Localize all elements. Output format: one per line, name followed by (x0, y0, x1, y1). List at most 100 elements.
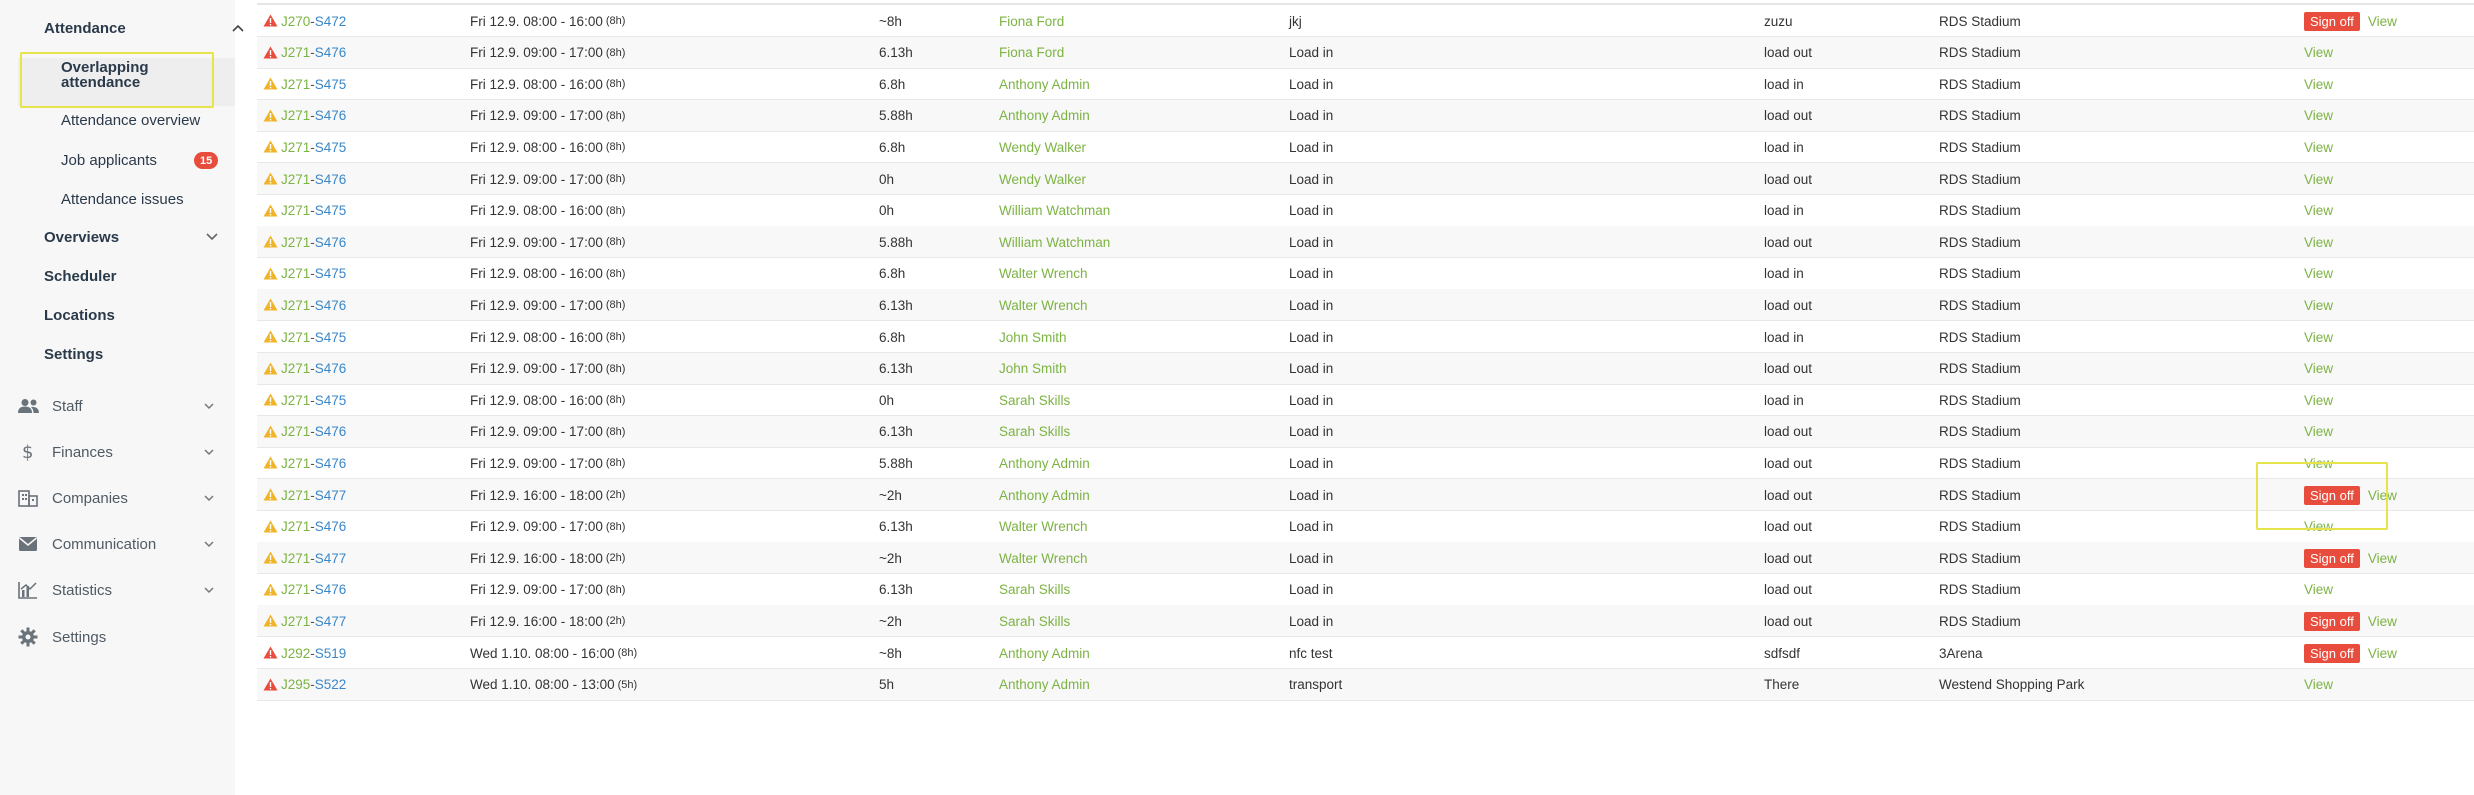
view-link[interactable]: View (2304, 393, 2333, 408)
shift-link[interactable]: S472 (315, 14, 347, 29)
sidebar-group-staff[interactable]: Staff (18, 395, 218, 417)
shift-link[interactable]: S476 (315, 361, 347, 376)
shift-link[interactable]: S519 (315, 646, 347, 661)
staff-name-link[interactable]: Sarah Skills (999, 605, 1070, 637)
view-link[interactable]: View (2304, 235, 2333, 250)
shift-link[interactable]: S476 (315, 172, 347, 187)
view-link[interactable]: View (2368, 646, 2397, 661)
job-link[interactable]: J270 (281, 14, 310, 29)
view-link[interactable]: View (2368, 614, 2397, 629)
staff-name-link[interactable]: William Watchman (999, 195, 1110, 227)
sidebar-section-scheduler[interactable]: Scheduler (44, 266, 117, 286)
shift-link[interactable]: S475 (315, 77, 347, 92)
job-link[interactable]: J271 (281, 393, 310, 408)
sidebar-group-companies[interactable]: Companies (18, 487, 218, 509)
shift-link[interactable]: S475 (315, 393, 347, 408)
sign-off-button[interactable]: Sign off (2304, 548, 2360, 568)
view-link[interactable]: View (2304, 361, 2333, 376)
shift-link[interactable]: S476 (315, 235, 347, 250)
sidebar-group-communication[interactable]: Communication (18, 533, 218, 555)
shift-link[interactable]: S476 (315, 298, 347, 313)
sign-off-button[interactable]: Sign off (2304, 611, 2360, 631)
staff-name-link[interactable]: Walter Wrench (999, 289, 1088, 321)
sidebar-section-attendance[interactable]: Attendance (44, 18, 244, 38)
view-link[interactable]: View (2304, 266, 2333, 281)
sidebar-group-statistics[interactable]: Statistics (18, 579, 218, 601)
view-link[interactable]: View (2368, 14, 2397, 29)
view-link[interactable]: View (2304, 203, 2333, 218)
shift-link[interactable]: S522 (315, 677, 347, 692)
staff-name-link[interactable]: Wendy Walker (999, 131, 1086, 163)
shift-link[interactable]: S476 (315, 582, 347, 597)
job-link[interactable]: J271 (281, 551, 310, 566)
job-link[interactable]: J271 (281, 456, 310, 471)
sidebar-item-attendance-issues[interactable]: Attendance issues (61, 189, 184, 209)
sidebar-section-overviews[interactable]: Overviews (44, 227, 218, 247)
job-link[interactable]: J271 (281, 488, 310, 503)
job-link[interactable]: J271 (281, 172, 310, 187)
sidebar-group-finances[interactable]: $ Finances (18, 441, 218, 463)
shift-link[interactable]: S475 (315, 203, 347, 218)
view-link[interactable]: View (2304, 77, 2333, 92)
job-link[interactable]: J271 (281, 361, 310, 376)
shift-link[interactable]: S477 (315, 488, 347, 503)
staff-name-link[interactable]: Anthony Admin (999, 100, 1090, 132)
shift-link[interactable]: S475 (315, 140, 347, 155)
staff-name-link[interactable]: Sarah Skills (999, 384, 1070, 416)
staff-name-link[interactable]: Walter Wrench (999, 542, 1088, 574)
job-link[interactable]: J271 (281, 235, 310, 250)
shift-link[interactable]: S475 (315, 330, 347, 345)
staff-name-link[interactable]: Fiona Ford (999, 5, 1064, 37)
view-link[interactable]: View (2304, 140, 2333, 155)
staff-name-link[interactable]: Sarah Skills (999, 416, 1070, 448)
shift-link[interactable]: S476 (315, 456, 347, 471)
staff-name-link[interactable]: John Smith (999, 353, 1067, 385)
job-link[interactable]: J271 (281, 45, 310, 60)
staff-name-link[interactable]: John Smith (999, 321, 1067, 353)
staff-name-link[interactable]: William Watchman (999, 226, 1110, 258)
shift-link[interactable]: S475 (315, 266, 347, 281)
view-link[interactable]: View (2304, 330, 2333, 345)
sidebar-section-settings[interactable]: Settings (44, 344, 103, 364)
staff-name-link[interactable]: Sarah Skills (999, 574, 1070, 606)
staff-name-link[interactable]: Anthony Admin (999, 637, 1090, 669)
job-link[interactable]: J271 (281, 298, 310, 313)
shift-link[interactable]: S476 (315, 108, 347, 123)
job-link[interactable]: J271 (281, 203, 310, 218)
view-link[interactable]: View (2304, 424, 2333, 439)
view-link[interactable]: View (2304, 298, 2333, 313)
job-link[interactable]: J271 (281, 424, 310, 439)
view-link[interactable]: View (2304, 108, 2333, 123)
staff-name-link[interactable]: Walter Wrench (999, 258, 1088, 290)
job-link[interactable]: J295 (281, 677, 310, 692)
job-link[interactable]: J271 (281, 266, 310, 281)
staff-name-link[interactable]: Anthony Admin (999, 68, 1090, 100)
staff-name-link[interactable]: Anthony Admin (999, 669, 1090, 701)
job-link[interactable]: J271 (281, 519, 310, 534)
shift-link[interactable]: S476 (315, 424, 347, 439)
job-link[interactable]: J271 (281, 77, 310, 92)
view-link[interactable]: View (2368, 551, 2397, 566)
view-link[interactable]: View (2304, 677, 2333, 692)
job-link[interactable]: J271 (281, 108, 310, 123)
staff-name-link[interactable]: Wendy Walker (999, 163, 1086, 195)
sign-off-button[interactable]: Sign off (2304, 11, 2360, 31)
shift-link[interactable]: S476 (315, 45, 347, 60)
shift-link[interactable]: S477 (315, 551, 347, 566)
job-link[interactable]: J271 (281, 582, 310, 597)
view-link[interactable]: View (2304, 172, 2333, 187)
view-link[interactable]: View (2304, 582, 2333, 597)
job-link[interactable]: J271 (281, 140, 310, 155)
sidebar-section-locations[interactable]: Locations (44, 305, 115, 325)
sidebar-item-job-applicants[interactable]: Job applicants (61, 150, 157, 170)
sign-off-button[interactable]: Sign off (2304, 643, 2360, 663)
shift-link[interactable]: S477 (315, 614, 347, 629)
shift-link[interactable]: S476 (315, 519, 347, 534)
sidebar-group-settings[interactable]: Settings (18, 626, 218, 648)
staff-name-link[interactable]: Anthony Admin (999, 447, 1090, 479)
staff-name-link[interactable]: Anthony Admin (999, 479, 1090, 511)
job-link[interactable]: J292 (281, 646, 310, 661)
view-link[interactable]: View (2304, 45, 2333, 60)
staff-name-link[interactable]: Walter Wrench (999, 511, 1088, 543)
job-link[interactable]: J271 (281, 614, 310, 629)
